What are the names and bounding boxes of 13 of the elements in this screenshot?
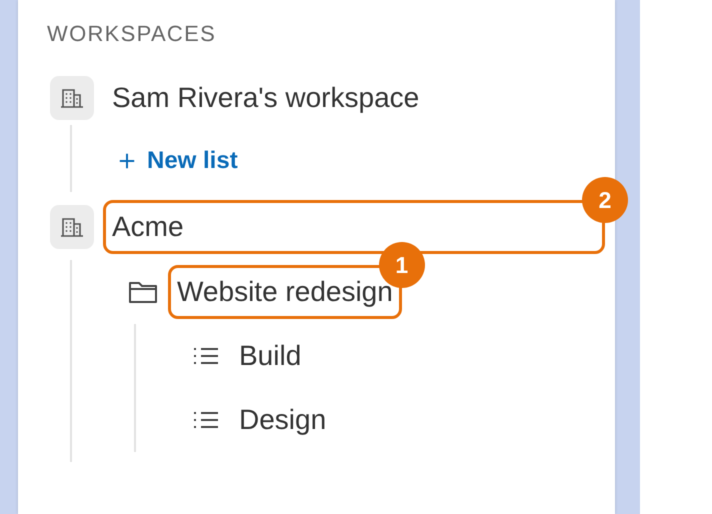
tree-item-label[interactable]: Acme xyxy=(112,211,184,243)
section-heading: WORKSPACES xyxy=(47,22,218,46)
tree-item-label[interactable]: Sam Rivera's workspace xyxy=(103,82,420,114)
tree-item-label[interactable]: Build xyxy=(230,340,302,372)
tree-item-label[interactable]: Design xyxy=(230,404,326,436)
folder-icon xyxy=(128,280,158,304)
building-icon xyxy=(50,76,94,120)
building-icon xyxy=(50,205,94,249)
callout-badge: 2 xyxy=(582,177,628,223)
new-list-link[interactable]: New list xyxy=(147,147,238,175)
list-icon xyxy=(193,410,219,430)
list-icon xyxy=(193,346,219,366)
plus-icon xyxy=(118,152,136,170)
